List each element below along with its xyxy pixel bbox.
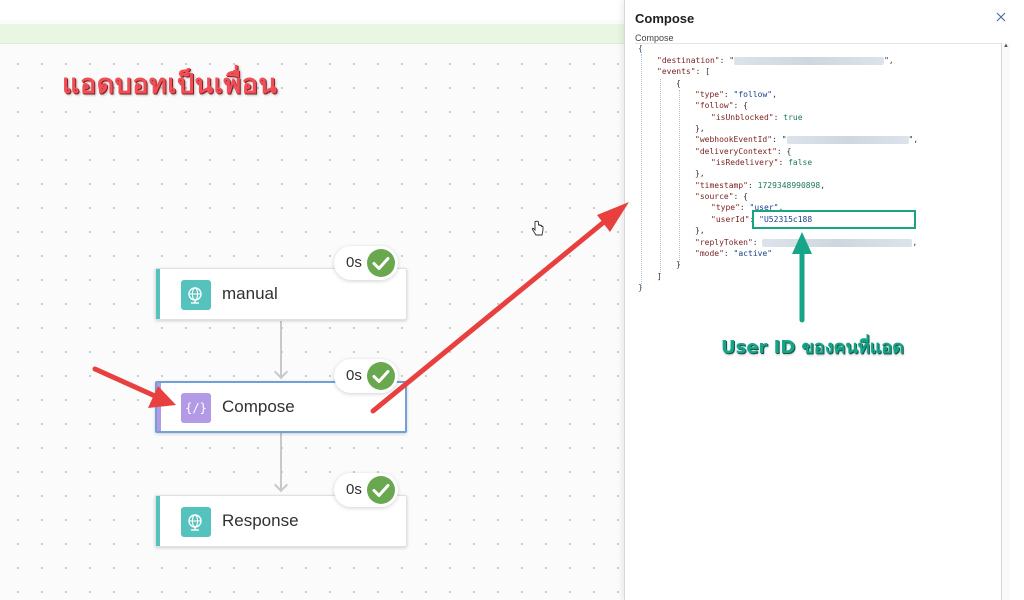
node-accent <box>156 269 160 319</box>
json-line: "source": { <box>695 192 748 201</box>
duration-text: 0s <box>346 254 362 271</box>
json-line: } <box>676 260 681 269</box>
success-check-icon <box>367 476 395 504</box>
hand-cursor-icon <box>531 220 544 236</box>
node-label: Compose <box>222 397 295 416</box>
json-line: }, <box>695 124 705 133</box>
duration-text: 0s <box>346 367 362 384</box>
action-details-panel: Compose Compose ▲ <box>624 0 1024 600</box>
scroll-up-icon[interactable]: ▲ <box>1003 43 1009 49</box>
success-check-icon <box>367 249 395 277</box>
user-id-callout: User ID ของคนที่แอด <box>721 337 904 358</box>
json-line: "isRedelivery": false <box>711 158 813 167</box>
node-status-response: 0s <box>334 473 398 507</box>
json-line: "events": [ <box>657 67 710 76</box>
json-line: ] <box>657 272 662 281</box>
user-id-highlight-box <box>752 210 916 229</box>
indent-guide <box>660 79 661 274</box>
json-line: "isUnblocked": true <box>711 113 803 122</box>
redacted-value <box>762 238 913 247</box>
node-label: manual <box>222 284 278 303</box>
json-line: { <box>638 44 643 53</box>
node-accent <box>157 383 161 431</box>
json-line: "webhookEventId": " ", <box>695 135 919 144</box>
json-line: "replyToken": , <box>695 238 918 247</box>
node-status-manual: 0s <box>334 246 398 280</box>
redacted-value <box>786 135 909 144</box>
success-check-icon <box>367 362 395 390</box>
connector-arrow-icon <box>273 364 289 380</box>
json-output-viewer[interactable] <box>635 43 1001 600</box>
json-line: "type": "follow", <box>695 90 777 99</box>
node-accent <box>156 496 160 546</box>
annotation-title: แอดบอทเป็นเพื่อน <box>62 69 278 100</box>
json-line: "deliveryContext": { <box>695 147 792 156</box>
json-line: "destination": " ", <box>657 56 894 65</box>
canvas-top-bar <box>0 0 624 20</box>
json-line: }, <box>695 169 705 178</box>
redacted-value <box>734 56 885 65</box>
globe-response-icon <box>181 507 211 537</box>
json-line: "follow": { <box>695 101 748 110</box>
connector-arrow-icon <box>273 477 289 493</box>
json-line: }, <box>695 226 705 235</box>
node-label: Response <box>222 511 299 530</box>
compose-braces-icon: {/} <box>181 393 211 423</box>
json-line: "mode": "active" <box>695 249 773 258</box>
json-scrollbar[interactable]: ▲ <box>1001 43 1010 600</box>
indent-guide <box>641 54 642 286</box>
json-line: "timestamp": 1729348990898, <box>695 181 826 190</box>
node-status-compose: 0s <box>334 359 398 393</box>
run-success-banner <box>0 24 624 44</box>
json-line: { <box>676 79 681 88</box>
output-section-label: Compose <box>635 33 674 43</box>
duration-text: 0s <box>346 481 362 498</box>
indent-guide <box>679 90 680 262</box>
red-arrow-to-panel <box>370 202 629 414</box>
json-line: } <box>638 283 643 292</box>
globe-request-icon <box>181 280 211 310</box>
close-icon[interactable] <box>994 10 1008 24</box>
panel-title: Compose <box>635 11 695 26</box>
